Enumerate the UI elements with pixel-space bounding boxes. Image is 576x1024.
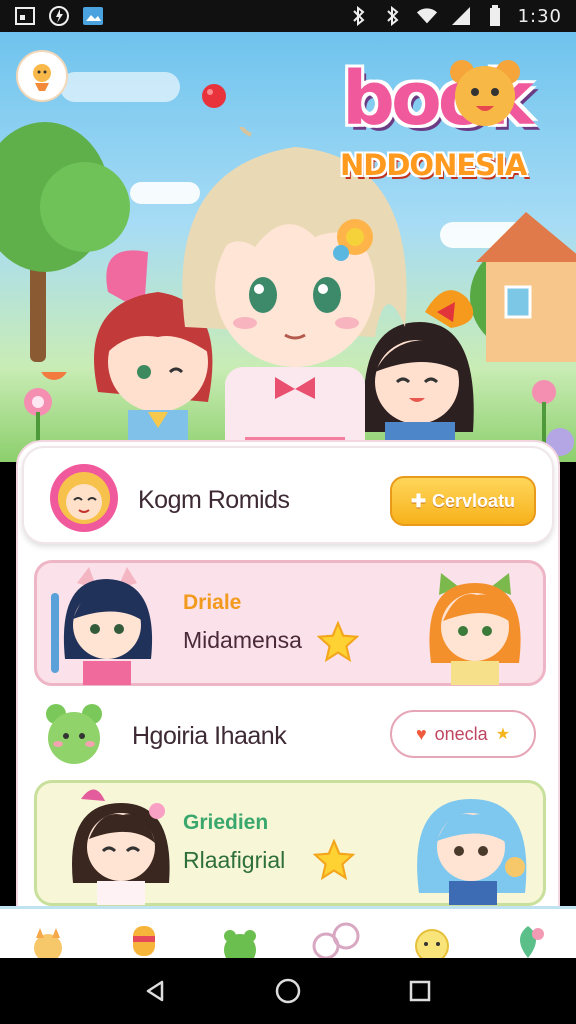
card-subtitle: Rlaafigrial bbox=[183, 847, 286, 873]
story-card-pink[interactable]: Driale Midamensa bbox=[34, 560, 546, 686]
balloon-icon bbox=[202, 84, 226, 108]
user-profile-card[interactable]: Kogm Romids ✚ Cervloatu bbox=[22, 446, 554, 544]
tab-character-1[interactable] bbox=[18, 918, 78, 958]
logo-subtitle: NDDONESIA bbox=[340, 148, 527, 182]
bluetooth-icon bbox=[348, 5, 370, 27]
gallery-icon bbox=[14, 5, 36, 27]
tab-frog[interactable] bbox=[210, 918, 270, 958]
blue-haired-girl-character bbox=[417, 799, 527, 905]
signal-icon bbox=[450, 5, 472, 27]
heart-book-icon: ♥ bbox=[415, 723, 427, 744]
list-item-name: Hgoiria Ihaank bbox=[132, 722, 287, 750]
recents-icon bbox=[409, 980, 431, 1002]
candy-tab-icon bbox=[133, 926, 155, 956]
sticker-tab-icon bbox=[415, 929, 449, 958]
system-nav-bar bbox=[0, 958, 576, 1024]
status-right-icons: 1:30 bbox=[348, 5, 562, 27]
cat-tab-icon bbox=[34, 928, 62, 958]
profile-avatar-button[interactable] bbox=[16, 50, 68, 102]
user-name: Kogm Romids bbox=[138, 486, 290, 514]
cat-ear-girl-character bbox=[51, 567, 153, 685]
create-button-label: Cervloatu bbox=[432, 490, 516, 511]
star-icon bbox=[317, 621, 359, 663]
bluetooth-icon bbox=[382, 5, 404, 27]
frog-icon bbox=[46, 704, 102, 764]
open-button-label: onecla bbox=[434, 723, 488, 744]
orange-haired-girl-character bbox=[429, 573, 521, 685]
status-time: 1:30 bbox=[517, 5, 562, 27]
small-star-icon: ★ bbox=[495, 726, 511, 743]
speed-icon bbox=[48, 5, 70, 27]
status-left-icons bbox=[14, 5, 104, 27]
back-button[interactable] bbox=[136, 971, 176, 1011]
home-icon bbox=[275, 978, 301, 1004]
image-icon bbox=[82, 5, 104, 27]
cloud bbox=[60, 72, 180, 102]
recents-button[interactable] bbox=[400, 971, 440, 1011]
tab-flower[interactable] bbox=[306, 918, 366, 958]
plus-icon: ✚ bbox=[410, 490, 427, 511]
frog-tab-icon bbox=[224, 930, 256, 958]
lion-avatar-icon bbox=[50, 464, 118, 532]
bottom-tab-bar bbox=[0, 906, 576, 958]
card-title: Driale bbox=[183, 591, 242, 614]
tab-leaf[interactable] bbox=[498, 918, 558, 958]
battery-icon bbox=[484, 5, 506, 27]
create-button[interactable]: ✚ Cervloatu bbox=[390, 476, 536, 526]
tab-candy[interactable] bbox=[114, 918, 174, 958]
card-subtitle: Midamensa bbox=[183, 627, 302, 653]
hero-banner: book NDDONESIA bbox=[0, 32, 576, 462]
home-button[interactable] bbox=[268, 971, 308, 1011]
status-bar: 1:30 bbox=[0, 0, 576, 32]
content-panel: Kogm Romids ✚ Cervloatu Driale Midamensa bbox=[16, 440, 560, 910]
story-card-green[interactable]: Griedien Rlaafigrial bbox=[34, 780, 546, 906]
wifi-icon bbox=[416, 5, 438, 27]
flower-tab-icon bbox=[312, 922, 360, 958]
card-title: Griedien bbox=[183, 811, 269, 834]
bear-mascot-icon bbox=[450, 60, 520, 126]
avatar-character-icon bbox=[33, 64, 51, 91]
leaf-tab-icon bbox=[520, 926, 544, 958]
brown-haired-girl-character bbox=[72, 789, 170, 905]
open-button[interactable]: ♥ onecla ★ bbox=[390, 710, 536, 758]
app-logo: book NDDONESIA bbox=[336, 52, 556, 192]
tab-sticker[interactable] bbox=[402, 918, 462, 958]
star-icon bbox=[313, 839, 355, 881]
back-icon bbox=[146, 980, 164, 1002]
